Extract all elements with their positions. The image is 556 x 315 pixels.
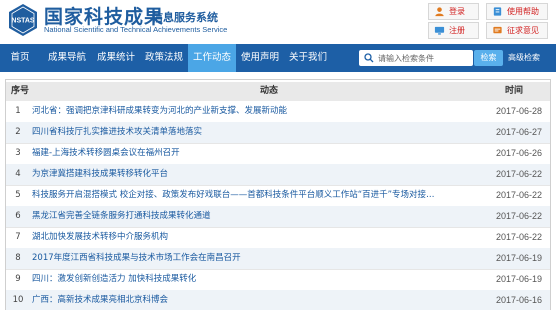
row-index: 10 bbox=[12, 295, 24, 305]
search-field[interactable] bbox=[359, 50, 473, 66]
feedback-button[interactable]: 征求意见 bbox=[486, 22, 548, 39]
table-row: 9 四川：激发创新创造活力 加快科技成果转化 2017-06-19 bbox=[6, 269, 550, 291]
search-button[interactable]: 检索 bbox=[474, 50, 503, 66]
news-table: 序号 动态 时间 1 河北省：强调把京津科研成果转变为河北的产业新支撑、发展新动… bbox=[5, 79, 551, 310]
user-icon bbox=[435, 7, 444, 17]
row-index: 3 bbox=[15, 148, 21, 158]
row-index: 9 bbox=[15, 274, 21, 284]
help-button[interactable]: 使用帮助 bbox=[486, 3, 548, 20]
row-index: 8 bbox=[15, 253, 21, 263]
nav-item-usage-statement[interactable]: 使用声明 bbox=[236, 44, 284, 72]
table-row: 2 四川省科技厅扎实推进技术攻关清单落地落实 2017-06-27 bbox=[6, 122, 550, 144]
table-row: 8 2017年度江西省科技成果与技术市场工作会在南昌召开 2017-06-19 bbox=[6, 248, 550, 270]
row-date: 2017-06-22 bbox=[495, 211, 542, 221]
row-index: 5 bbox=[15, 190, 21, 200]
site-header: NSTAS 国家科技成果 信息服务系统 National Scientific … bbox=[0, 0, 556, 42]
help-book-icon bbox=[493, 7, 502, 16]
table-row: 6 黑龙江省完善全链条服务打通科技成果转化通道 2017-06-22 bbox=[6, 206, 550, 228]
news-link[interactable]: 四川省科技厅扎实推进技术攻关清单落地落实 bbox=[32, 122, 442, 143]
table-row: 1 河北省：强调把京津科研成果转变为河北的产业新支撑、发展新动能 2017-06… bbox=[6, 101, 550, 123]
register-screen-icon bbox=[434, 26, 445, 35]
news-link[interactable]: 福建-上海技术转移圆桌会议在福州召开 bbox=[32, 143, 442, 164]
nav-item-home[interactable]: 首页 bbox=[0, 44, 40, 72]
row-index: 1 bbox=[15, 106, 21, 116]
news-link[interactable]: 2017年度江西省科技成果与技术市场工作会在南昌召开 bbox=[32, 248, 442, 269]
site-title-english: National Scientific and Technical Achiev… bbox=[44, 25, 228, 34]
search-icon bbox=[364, 53, 374, 63]
site-subtitle: 信息服务系统 bbox=[152, 11, 218, 24]
news-link[interactable]: 科技服务开启混搭模式 校企对接、政策发布好戏联台——首都科技条件平台顺义工作站“… bbox=[32, 185, 442, 206]
row-date: 2017-06-27 bbox=[495, 127, 542, 137]
row-index: 6 bbox=[15, 211, 21, 221]
main-nav: 首页 成果导航 成果统计 政策法规 工作动态 使用声明 关于我们 检索 高级检索 bbox=[0, 44, 556, 72]
column-header-news: 动态 bbox=[260, 86, 279, 96]
row-index: 4 bbox=[15, 169, 21, 179]
column-header-index: 序号 bbox=[11, 86, 30, 96]
nav-item-work-news[interactable]: 工作动态 bbox=[188, 44, 236, 72]
nav-item-statistics[interactable]: 成果统计 bbox=[92, 44, 140, 72]
row-date: 2017-06-22 bbox=[495, 190, 542, 200]
row-index: 7 bbox=[15, 232, 21, 242]
table-header: 序号 动态 时间 bbox=[6, 82, 550, 101]
row-date: 2017-06-26 bbox=[495, 148, 542, 158]
row-date: 2017-06-19 bbox=[495, 253, 542, 263]
nav-item-about-us[interactable]: 关于我们 bbox=[284, 44, 332, 72]
row-date: 2017-06-22 bbox=[495, 232, 542, 242]
table-row: 4 为京津冀搭建科技成果转移转化平台 2017-06-22 bbox=[6, 164, 550, 186]
news-link[interactable]: 四川：激发创新创造活力 加快科技成果转化 bbox=[32, 269, 442, 290]
advanced-search-link[interactable]: 高级检索 bbox=[508, 50, 540, 66]
register-button[interactable]: 注册 bbox=[428, 22, 479, 39]
table-row: 3 福建-上海技术转移圆桌会议在福州召开 2017-06-26 bbox=[6, 143, 550, 165]
row-date: 2017-06-16 bbox=[495, 295, 542, 305]
news-link[interactable]: 河北省：强调把京津科研成果转变为河北的产业新支撑、发展新动能 bbox=[32, 101, 442, 122]
register-label: 注册 bbox=[449, 26, 465, 35]
row-index: 2 bbox=[15, 127, 21, 137]
nav-item-achievement-navigation[interactable]: 成果导航 bbox=[42, 44, 92, 72]
news-link[interactable]: 广西：高新技术成果亮相北京科博会 bbox=[32, 290, 442, 311]
search-input[interactable] bbox=[378, 53, 468, 63]
help-label: 使用帮助 bbox=[507, 7, 539, 16]
table-row: 7 湖北加快发展技术转移中介服务机构 2017-06-22 bbox=[6, 227, 550, 249]
nav-item-policy[interactable]: 政策法规 bbox=[140, 44, 188, 72]
table-row: 10 广西：高新技术成果亮相北京科博会 2017-06-16 bbox=[6, 290, 550, 310]
table-row: 5 科技服务开启混搭模式 校企对接、政策发布好戏联台——首都科技条件平台顺义工作… bbox=[6, 185, 550, 207]
login-label: 登录 bbox=[449, 7, 465, 16]
column-header-time: 时间 bbox=[505, 86, 524, 96]
nstas-logo[interactable]: NSTAS bbox=[6, 3, 40, 37]
row-date: 2017-06-28 bbox=[495, 106, 542, 116]
row-date: 2017-06-22 bbox=[495, 169, 542, 179]
news-link[interactable]: 为京津冀搭建科技成果转移转化平台 bbox=[32, 164, 442, 185]
login-button[interactable]: 登录 bbox=[428, 3, 479, 20]
row-date: 2017-06-19 bbox=[495, 274, 542, 284]
feedback-label: 征求意见 bbox=[507, 26, 539, 35]
feedback-icon bbox=[493, 26, 502, 34]
news-link[interactable]: 黑龙江省完善全链条服务打通科技成果转化通道 bbox=[32, 206, 442, 227]
logo-text: NSTAS bbox=[11, 18, 35, 25]
news-link[interactable]: 湖北加快发展技术转移中介服务机构 bbox=[32, 227, 442, 248]
